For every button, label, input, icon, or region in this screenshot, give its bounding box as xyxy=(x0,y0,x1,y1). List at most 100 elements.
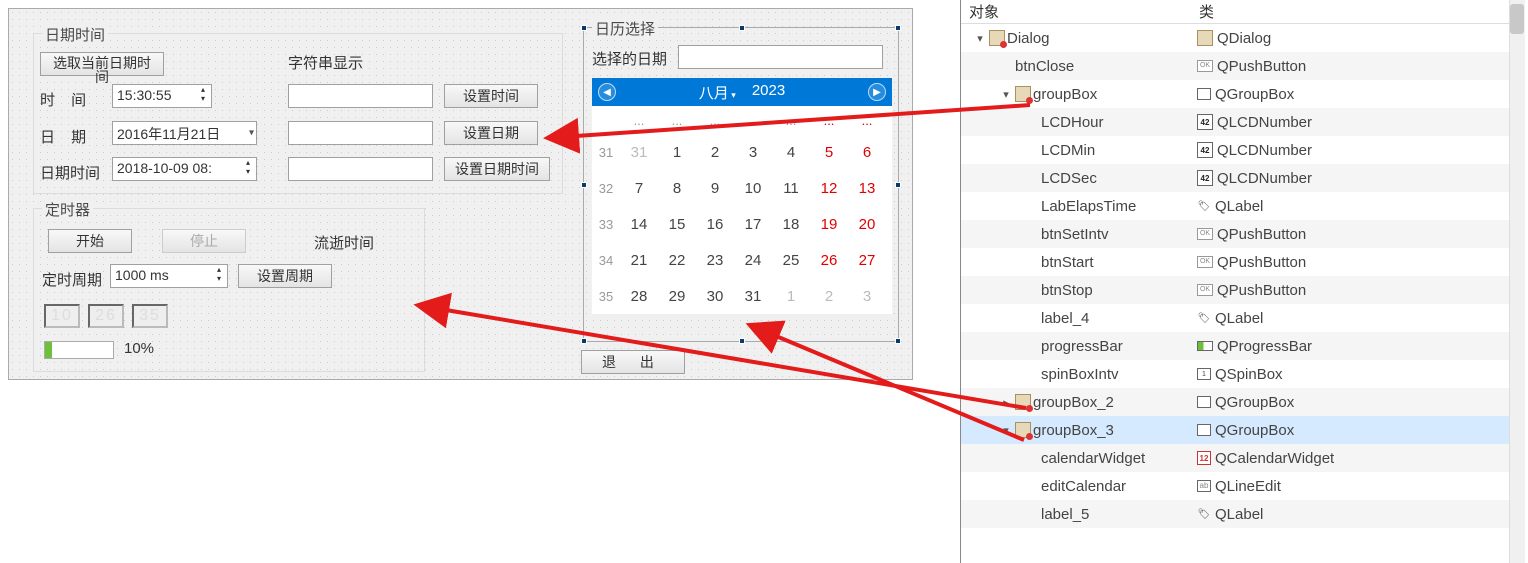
cal-day[interactable]: 13 xyxy=(848,170,886,206)
tree-obj-name: groupBox xyxy=(1033,86,1097,103)
object-inspector[interactable]: 对象 类 ▾DialogQDialogbtnCloseOKQPushButton… xyxy=(960,0,1525,563)
datetime-edit[interactable]: 2018-10-09 08: ▴▾ xyxy=(112,157,257,181)
set-date-button[interactable]: 设置日期 xyxy=(444,121,538,145)
cal-day[interactable]: 19 xyxy=(810,206,848,242)
cal-day[interactable]: 31 xyxy=(620,134,658,170)
cal-day[interactable]: 17 xyxy=(734,206,772,242)
tree-row[interactable]: btnSetIntvOKQPushButton xyxy=(961,220,1525,248)
tree-twist-icon[interactable]: ▾ xyxy=(999,424,1013,437)
time-spin-icon[interactable]: ▴▾ xyxy=(196,86,210,104)
cal-day[interactable]: 3 xyxy=(734,134,772,170)
tree-row[interactable]: progressBarQProgressBar xyxy=(961,332,1525,360)
period-spin-icon[interactable]: ▴▾ xyxy=(212,266,226,284)
tree-row[interactable]: editCalendarabQLineEdit xyxy=(961,472,1525,500)
cal-day[interactable]: 22 xyxy=(658,242,696,278)
tree-class-name: QProgressBar xyxy=(1217,338,1312,355)
tree-twist-icon[interactable]: ▾ xyxy=(999,88,1013,101)
date-edit[interactable]: 2016年11月21日 ▾ xyxy=(112,121,257,145)
tree-row[interactable]: btnStartOKQPushButton xyxy=(961,248,1525,276)
cal-day[interactable]: 25 xyxy=(772,242,810,278)
datetime-spin-icon[interactable]: ▴▾ xyxy=(241,159,255,177)
cal-day[interactable]: 24 xyxy=(734,242,772,278)
set-datetime-button[interactable]: 设置日期时间 xyxy=(444,157,550,181)
cal-day[interactable]: 14 xyxy=(620,206,658,242)
cal-day[interactable]: 2 xyxy=(696,134,734,170)
tree-obj-name: groupBox_3 xyxy=(1033,422,1114,439)
cal-day[interactable]: 3 xyxy=(848,278,886,314)
cal-day[interactable]: 16 xyxy=(696,206,734,242)
cal-day[interactable]: 1 xyxy=(772,278,810,314)
cal-day[interactable]: 10 xyxy=(734,170,772,206)
datetime-label: 日期时间 xyxy=(40,162,100,183)
cal-day[interactable]: 15 xyxy=(658,206,696,242)
scrollbar-thumb[interactable] xyxy=(1510,4,1524,34)
tree-row[interactable]: LCDMin42QLCDNumber xyxy=(961,136,1525,164)
tree-class-name: QLCDNumber xyxy=(1217,114,1312,131)
time-edit[interactable]: 15:30:55 ▴▾ xyxy=(112,84,212,108)
date-string-input[interactable] xyxy=(288,121,433,145)
cal-day[interactable]: 27 xyxy=(848,242,886,278)
cal-day[interactable]: 7 xyxy=(620,170,658,206)
cal-day[interactable]: 23 xyxy=(696,242,734,278)
tree-row[interactable]: ▸groupBox_2QGroupBox xyxy=(961,388,1525,416)
get-now-button[interactable]: 选取当前日期时间 xyxy=(40,52,164,76)
tree-row[interactable]: ▾groupBoxQGroupBox xyxy=(961,80,1525,108)
cal-year[interactable]: 2023 xyxy=(752,82,785,103)
tree-row[interactable]: LCDSec42QLCDNumber xyxy=(961,164,1525,192)
tree-twist-icon[interactable]: ▾ xyxy=(973,32,987,45)
cal-day[interactable]: 5 xyxy=(810,134,848,170)
tree-row[interactable]: spinBoxIntv1QSpinBox xyxy=(961,360,1525,388)
tree-row[interactable]: calendarWidget12QCalendarWidget xyxy=(961,444,1525,472)
tree-twist-icon[interactable]: ▸ xyxy=(999,396,1013,409)
cal-day[interactable]: 12 xyxy=(810,170,848,206)
calendar-widget[interactable]: ◀ 八月 ▾ 2023 ▶ .....................31311… xyxy=(592,78,892,314)
tree-obj-name: spinBoxIntv xyxy=(1041,366,1119,383)
cal-day[interactable]: 29 xyxy=(658,278,696,314)
cal-day[interactable]: 8 xyxy=(658,170,696,206)
cal-day[interactable]: 31 xyxy=(734,278,772,314)
cal-day[interactable]: 28 xyxy=(620,278,658,314)
inspector-header-class[interactable]: 类 xyxy=(1193,1,1525,22)
tree-row[interactable]: ▾DialogQDialog xyxy=(961,24,1525,52)
tree-row[interactable]: btnStopOKQPushButton xyxy=(961,276,1525,304)
scrollbar[interactable] xyxy=(1509,0,1525,563)
cal-day[interactable]: 1 xyxy=(658,134,696,170)
cal-day[interactable]: 18 xyxy=(772,206,810,242)
class-icon xyxy=(1197,341,1213,351)
exit-button[interactable]: 退 出 xyxy=(581,350,685,374)
cal-day[interactable]: 6 xyxy=(848,134,886,170)
tree-row[interactable]: ▾groupBox_3QGroupBox xyxy=(961,416,1525,444)
tree-row[interactable]: LabElapsTime🏷QLabel xyxy=(961,192,1525,220)
start-button[interactable]: 开始 xyxy=(48,229,132,253)
cal-day[interactable]: 20 xyxy=(848,206,886,242)
cal-day[interactable]: 11 xyxy=(772,170,810,206)
class-icon xyxy=(1197,424,1211,436)
cal-day[interactable]: 9 xyxy=(696,170,734,206)
tree-row[interactable]: label_4🏷QLabel xyxy=(961,304,1525,332)
tree-row[interactable]: label_5🏷QLabel xyxy=(961,500,1525,528)
cal-day[interactable]: 30 xyxy=(696,278,734,314)
cal-prev-icon[interactable]: ◀ xyxy=(598,83,616,101)
cal-day[interactable]: 2 xyxy=(810,278,848,314)
tree-obj-name: LCDHour xyxy=(1041,114,1104,131)
tree-row[interactable]: LCDHour42QLCDNumber xyxy=(961,108,1525,136)
cal-day[interactable]: 26 xyxy=(810,242,848,278)
period-spinbox[interactable]: 1000 ms ▴▾ xyxy=(110,264,228,288)
cal-day[interactable]: 21 xyxy=(620,242,658,278)
set-period-button[interactable]: 设置周期 xyxy=(238,264,332,288)
datetime-string-input[interactable] xyxy=(288,157,433,181)
selected-date-input[interactable] xyxy=(678,45,883,69)
calendar-grid[interactable]: .....................3131123456327891011… xyxy=(592,106,892,314)
tree-row[interactable]: btnCloseOKQPushButton xyxy=(961,52,1525,80)
cal-month[interactable]: 八月 ▾ xyxy=(699,82,736,103)
cal-week-num: 32 xyxy=(592,170,620,206)
date-dropdown-icon[interactable]: ▾ xyxy=(249,128,254,139)
cal-next-icon[interactable]: ▶ xyxy=(868,83,886,101)
inspector-header-object[interactable]: 对象 xyxy=(961,1,1193,22)
cal-day[interactable]: 4 xyxy=(772,134,810,170)
time-string-input[interactable] xyxy=(288,84,433,108)
stop-button[interactable]: 停止 xyxy=(162,229,246,253)
tree-class-name: QSpinBox xyxy=(1215,366,1283,383)
class-icon: OK xyxy=(1197,284,1213,296)
set-time-button[interactable]: 设置时间 xyxy=(444,84,538,108)
